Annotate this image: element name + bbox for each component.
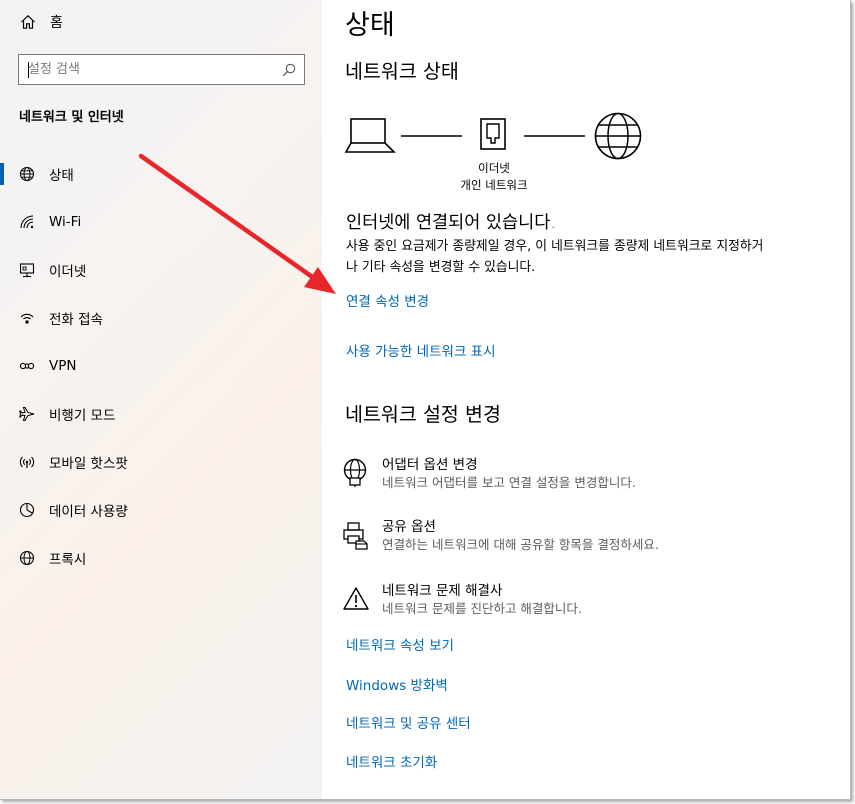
- sidebar-item-dialup[interactable]: 전화 접속: [0, 294, 322, 342]
- home-nav-item[interactable]: 홈: [20, 12, 63, 32]
- change-network-settings-heading: 네트워크 설정 변경: [345, 403, 501, 426]
- sidebar-item-ethernet[interactable]: 이더넷: [0, 246, 322, 294]
- sharing-printer-icon: [342, 520, 372, 550]
- network-reset-link[interactable]: 네트워크 초기화: [346, 751, 437, 771]
- globe-status-icon: [18, 165, 36, 183]
- windows-firewall-link[interactable]: Windows 방화벽: [346, 674, 448, 694]
- warning-triangle-icon: [342, 584, 372, 614]
- sidebar-item-label: 모바일 핫스팟: [49, 456, 128, 472]
- search-icon[interactable]: [282, 63, 296, 77]
- change-connection-properties-link[interactable]: 연결 속성 변경: [346, 290, 429, 310]
- internet-globe-icon: [594, 112, 642, 160]
- airplane-icon: [18, 405, 36, 423]
- page-title: 상태: [345, 10, 395, 41]
- sidebar-item-wifi[interactable]: Wi-Fi: [0, 198, 322, 246]
- settings-window: 홈 네트워크 및 인터넷 상태 Wi-Fi: [0, 0, 851, 800]
- sidebar-item-label: VPN: [49, 358, 77, 374]
- connection-status-text: 인터넷에 연결되어 있습니다.: [346, 213, 556, 233]
- ethernet-icon: [18, 261, 36, 279]
- sidebar-item-label: Wi-Fi: [49, 214, 82, 230]
- main-content: 상태 네트워크 상태 이더넷 개인 네트워크 인터넷에 연결되어 있습니다. 사…: [322, 0, 850, 799]
- sidebar-item-data-usage[interactable]: 데이터 사용량: [0, 486, 322, 534]
- metered-description: 사용 중인 요금제가 종량제일 경우, 이 네트워크를 종량제 네트워크로 지정…: [346, 239, 764, 275]
- option-subtitle: 연결하는 네트워크에 대해 공유할 항목을 결정하세요.: [382, 537, 659, 552]
- option-subtitle: 네트워크 어댑터를 보고 연결 설정을 변경합니다.: [382, 475, 636, 490]
- data-usage-icon: [18, 501, 36, 519]
- sidebar-item-hotspot[interactable]: 모바일 핫스팟: [0, 438, 322, 486]
- sidebar-item-label: 전화 접속: [49, 312, 103, 328]
- view-network-properties-link[interactable]: 네트워크 속성 보기: [346, 634, 454, 654]
- hotspot-icon: [18, 453, 36, 471]
- sidebar-nav: 상태 Wi-Fi 이더넷 전화 접속 VPN 비행기 모드 모바일 핫스팟 데이…: [0, 150, 322, 582]
- search-box[interactable]: [18, 54, 305, 85]
- adapter-globe-icon: [342, 458, 372, 488]
- option-title: 공유 옵션: [382, 519, 436, 535]
- option-title: 어댑터 옵션 변경: [382, 457, 478, 473]
- vpn-icon: [18, 357, 36, 375]
- sidebar-item-airplane[interactable]: 비행기 모드: [0, 390, 322, 438]
- sidebar-item-proxy[interactable]: 프록시: [0, 534, 322, 582]
- home-icon: [21, 14, 35, 29]
- section-title: 네트워크 및 인터넷: [19, 110, 124, 125]
- adapter-label: 이더넷: [478, 161, 510, 175]
- network-sharing-center-link[interactable]: 네트워크 및 공유 센터: [346, 712, 471, 732]
- option-title: 네트워크 문제 해결사: [382, 583, 503, 599]
- ethernet-port-icon: [480, 118, 506, 150]
- wifi-icon: [18, 213, 36, 231]
- sidebar-item-vpn[interactable]: VPN: [0, 342, 322, 390]
- laptop-icon: [344, 118, 396, 153]
- sidebar-item-label: 상태: [49, 168, 74, 184]
- option-subtitle: 네트워크 문제를 진단하고 해결합니다.: [382, 601, 582, 616]
- network-status-heading: 네트워크 상태: [345, 60, 459, 83]
- network-profile-label: 개인 네트워크: [460, 178, 528, 192]
- network-troubleshooter-item[interactable]: 네트워크 문제 해결사 네트워크 문제를 진단하고 해결합니다.: [342, 582, 582, 618]
- sidebar-item-label: 프록시: [49, 552, 87, 568]
- sidebar-item-label: 이더넷: [49, 264, 87, 280]
- proxy-globe-icon: [18, 549, 36, 567]
- home-label: 홈: [50, 15, 63, 31]
- sidebar-item-status[interactable]: 상태: [0, 150, 322, 198]
- network-status-diagram: 이더넷 개인 네트워크: [344, 110, 664, 200]
- sidebar: 홈 네트워크 및 인터넷 상태 Wi-Fi: [0, 0, 322, 799]
- sidebar-item-label: 데이터 사용량: [49, 504, 128, 520]
- dial-up-icon: [18, 309, 36, 327]
- show-available-networks-link[interactable]: 사용 가능한 네트워크 표시: [346, 340, 496, 360]
- adapter-options-item[interactable]: 어댑터 옵션 변경 네트워크 어댑터를 보고 연결 설정을 변경합니다.: [342, 456, 636, 492]
- text-caret: [28, 62, 29, 78]
- search-input[interactable]: [19, 55, 269, 84]
- sharing-options-item[interactable]: 공유 옵션 연결하는 네트워크에 대해 공유할 항목을 결정하세요.: [342, 518, 659, 554]
- sidebar-item-label: 비행기 모드: [49, 408, 116, 424]
